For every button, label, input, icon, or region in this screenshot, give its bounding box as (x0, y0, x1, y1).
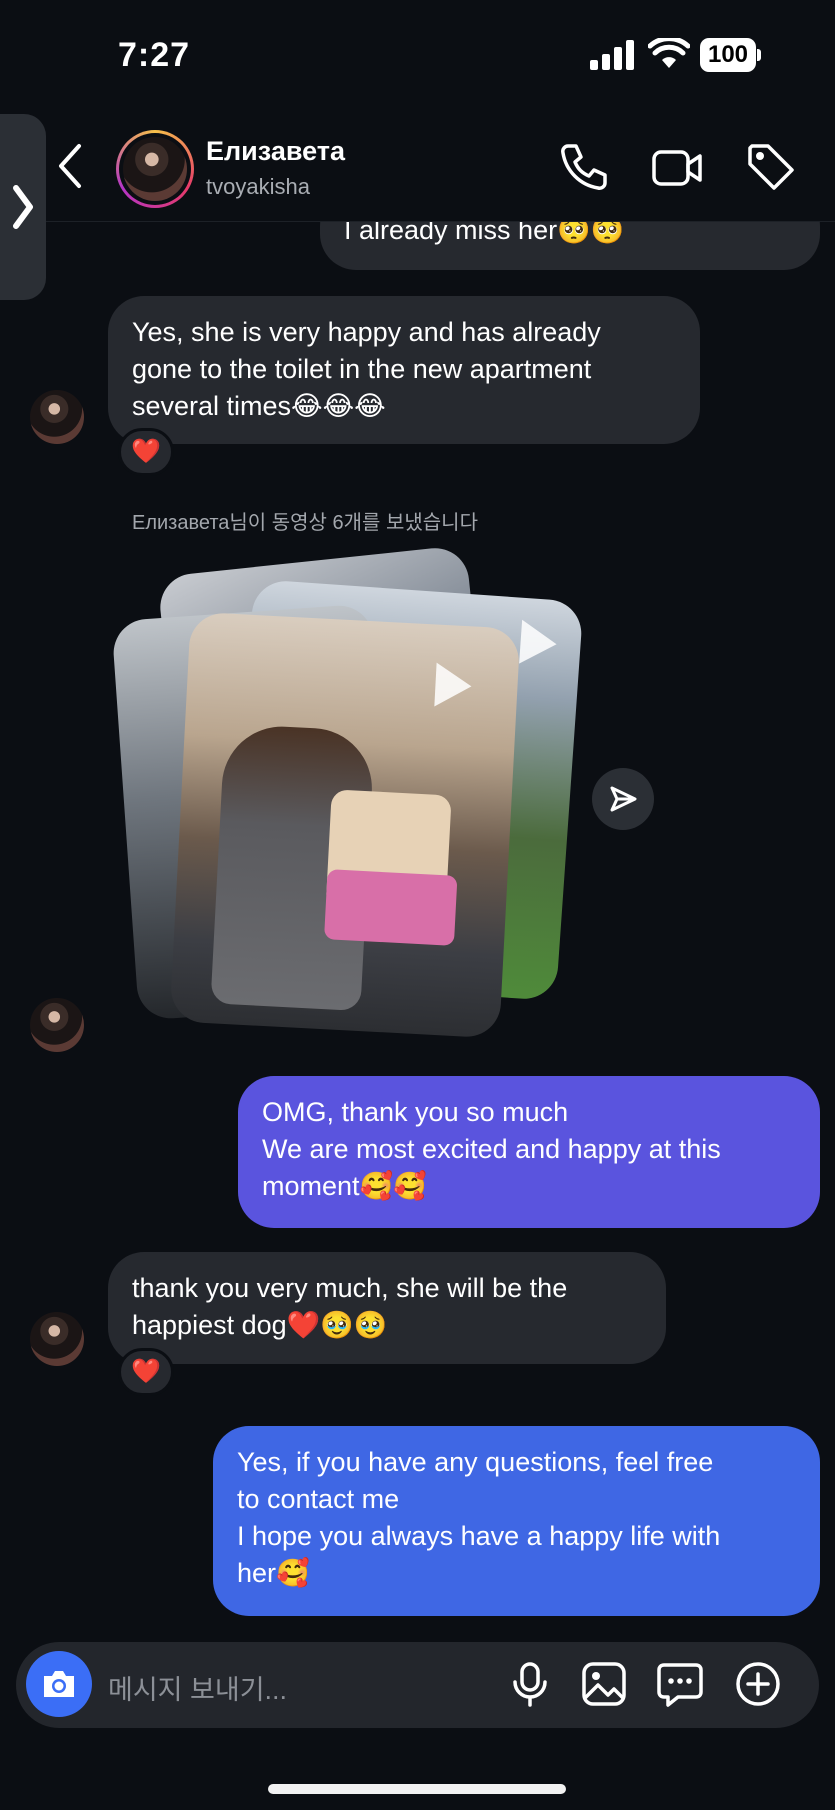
sticker-message-icon[interactable] (656, 1660, 704, 1708)
phone-icon[interactable] (556, 140, 610, 194)
side-panel-tab[interactable] (0, 114, 46, 300)
message-bubble-outgoing[interactable]: OMG, thank you so much We are most excit… (238, 1076, 820, 1228)
tag-icon[interactable] (744, 140, 798, 194)
battery-indicator: 100 (700, 38, 762, 72)
message-line: OMG, thank you so much (262, 1097, 569, 1127)
message-composer: 메시지 보내기... (16, 1642, 819, 1728)
cellular-signal-icon (590, 40, 634, 70)
message-line: to contact me (237, 1484, 400, 1514)
sender-avatar[interactable] (30, 1312, 84, 1366)
contact-username[interactable]: tvoyakisha (206, 174, 310, 200)
camera-button[interactable] (26, 1651, 92, 1717)
message-bubble-incoming[interactable]: thank you very much, she will be the hap… (108, 1252, 666, 1364)
microphone-icon[interactable] (506, 1660, 554, 1708)
message-bubble-outgoing[interactable]: Yes, if you have any questions, feel fre… (213, 1426, 820, 1616)
message-line: her🥰 (237, 1558, 310, 1588)
share-button[interactable] (592, 768, 654, 830)
message-line: Yes, she is very happy and has already (132, 317, 601, 347)
play-icon (519, 619, 559, 667)
message-bubble-incoming[interactable]: Yes, she is very happy and has already g… (108, 296, 700, 444)
message-line: gone to the toilet in the new apartment (132, 354, 592, 384)
heart-reaction[interactable]: ❤️ (118, 428, 174, 476)
message-line: thank you very much, she will be the (132, 1273, 568, 1303)
wifi-icon (648, 38, 690, 68)
camera-icon (44, 1671, 74, 1697)
sender-avatar[interactable] (30, 998, 84, 1052)
chat-header: Елизавета tvoyakisha (0, 110, 835, 222)
contact-name[interactable]: Елизавета (206, 136, 345, 167)
gallery-icon[interactable] (580, 1660, 628, 1708)
contact-avatar[interactable] (116, 130, 194, 208)
add-circle-icon[interactable] (734, 1660, 782, 1708)
message-line: happiest dog❤️🥹🥹 (132, 1310, 388, 1340)
home-indicator[interactable] (268, 1784, 566, 1794)
back-chevron-icon[interactable] (55, 142, 85, 190)
chevron-right-icon (13, 185, 33, 229)
video-thumbnail[interactable] (169, 611, 521, 1039)
status-time: 7:27 (118, 36, 191, 74)
message-input[interactable]: 메시지 보내기... (108, 1668, 287, 1707)
message-line: moment🥰🥰 (262, 1171, 427, 1201)
message-line: We are most excited and happy at this (262, 1134, 721, 1164)
battery-level: 100 (700, 38, 756, 72)
send-icon (610, 786, 637, 812)
heart-reaction[interactable]: ❤️ (118, 1348, 174, 1396)
videos-sent-notice: Елизавета님이 동영상 6개를 보냈습니다 (132, 512, 478, 534)
message-line: Yes, if you have any questions, feel fre… (237, 1447, 714, 1477)
video-call-icon[interactable] (650, 140, 704, 194)
message-line: several times😂😂😂 (132, 391, 386, 421)
message-line: I hope you always have a happy life with (237, 1521, 721, 1551)
sender-avatar[interactable] (30, 390, 84, 444)
status-bar: 7:27 100 (0, 0, 835, 110)
play-icon (434, 662, 473, 709)
